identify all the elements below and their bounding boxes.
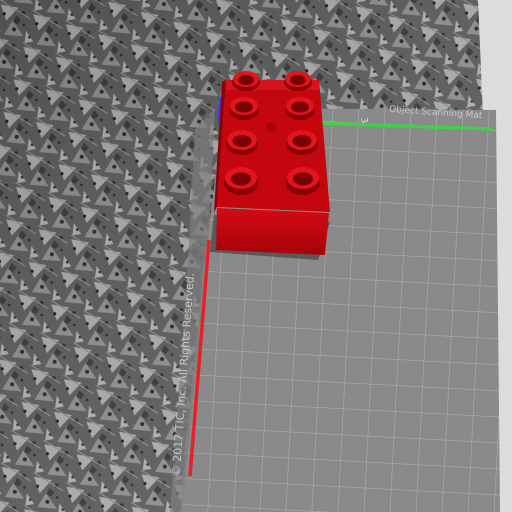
- red-duplo-brick: [214, 71, 330, 255]
- scanning-scene: 3: [0, 0, 512, 512]
